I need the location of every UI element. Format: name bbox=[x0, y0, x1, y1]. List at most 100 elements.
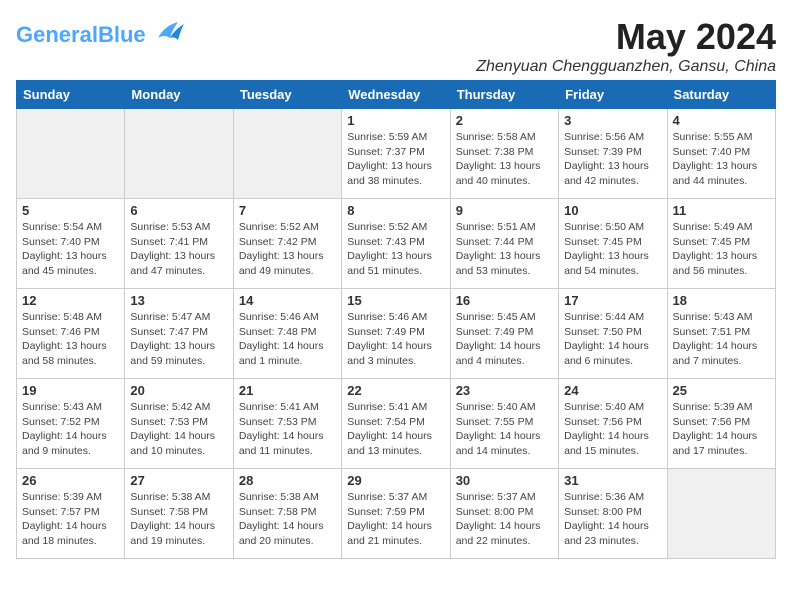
day-cell-12: 12 Sunrise: 5:48 AMSunset: 7:46 PMDayligh… bbox=[17, 289, 125, 379]
day-number: 2 bbox=[456, 113, 553, 128]
empty-cell bbox=[233, 109, 341, 199]
week-row-2: 5 Sunrise: 5:54 AMSunset: 7:40 PMDaylight… bbox=[17, 199, 776, 289]
day-info: Sunrise: 5:37 AMSunset: 8:00 PMDaylight:… bbox=[456, 490, 553, 549]
day-number: 5 bbox=[22, 203, 119, 218]
weekday-header-saturday: Saturday bbox=[667, 81, 775, 109]
day-info: Sunrise: 5:38 AMSunset: 7:58 PMDaylight:… bbox=[130, 490, 227, 549]
day-info: Sunrise: 5:54 AMSunset: 7:40 PMDaylight:… bbox=[22, 220, 119, 279]
day-number: 15 bbox=[347, 293, 444, 308]
day-info: Sunrise: 5:43 AMSunset: 7:52 PMDaylight:… bbox=[22, 400, 119, 459]
week-row-1: 1 Sunrise: 5:59 AMSunset: 7:37 PMDaylight… bbox=[17, 109, 776, 199]
day-cell-18: 18 Sunrise: 5:43 AMSunset: 7:51 PMDayligh… bbox=[667, 289, 775, 379]
day-cell-14: 14Sunrise: 5:46 AMSunset: 7:48 PMDayligh… bbox=[233, 289, 341, 379]
day-number: 30 bbox=[456, 473, 553, 488]
day-info: Sunrise: 5:59 AMSunset: 7:37 PMDaylight:… bbox=[347, 130, 444, 189]
subtitle: Zhenyuan Chengguanzhen, Gansu, China bbox=[476, 58, 776, 76]
logo: GeneralBlue bbox=[16, 16, 186, 53]
day-info: Sunrise: 5:36 AMSunset: 8:00 PMDaylight:… bbox=[564, 490, 661, 549]
day-cell-28: 28 Sunrise: 5:38 AMSunset: 7:58 PMDayligh… bbox=[233, 469, 341, 559]
day-cell-22: 22Sunrise: 5:41 AMSunset: 7:54 PMDayligh… bbox=[342, 379, 450, 469]
day-cell-1: 1 Sunrise: 5:59 AMSunset: 7:37 PMDaylight… bbox=[342, 109, 450, 199]
day-info: Sunrise: 5:47 AMSunset: 7:47 PMDaylight:… bbox=[130, 310, 227, 369]
day-info: Sunrise: 5:46 AMSunset: 7:49 PMDaylight:… bbox=[347, 310, 444, 369]
day-info: Sunrise: 5:45 AMSunset: 7:49 PMDaylight:… bbox=[456, 310, 553, 369]
empty-cell bbox=[125, 109, 233, 199]
day-info: Sunrise: 5:37 AMSunset: 7:59 PMDaylight:… bbox=[347, 490, 444, 549]
empty-cell bbox=[17, 109, 125, 199]
logo-blue: Blue bbox=[98, 22, 146, 47]
day-number: 31 bbox=[564, 473, 661, 488]
day-cell-3: 3 Sunrise: 5:56 AMSunset: 7:39 PMDaylight… bbox=[559, 109, 667, 199]
day-number: 20 bbox=[130, 383, 227, 398]
day-cell-4: 4 Sunrise: 5:55 AMSunset: 7:40 PMDaylight… bbox=[667, 109, 775, 199]
main-title: May 2024 bbox=[476, 16, 776, 58]
logo-general: General bbox=[16, 22, 98, 47]
day-cell-8: 8Sunrise: 5:52 AMSunset: 7:43 PMDaylight… bbox=[342, 199, 450, 289]
week-row-3: 12 Sunrise: 5:48 AMSunset: 7:46 PMDayligh… bbox=[17, 289, 776, 379]
day-number: 21 bbox=[239, 383, 336, 398]
day-number: 1 bbox=[347, 113, 444, 128]
week-row-4: 19 Sunrise: 5:43 AMSunset: 7:52 PMDayligh… bbox=[17, 379, 776, 469]
day-number: 7 bbox=[239, 203, 336, 218]
calendar-table: SundayMondayTuesdayWednesdayThursdayFrid… bbox=[16, 80, 776, 559]
day-info: Sunrise: 5:42 AMSunset: 7:53 PMDaylight:… bbox=[130, 400, 227, 459]
weekday-header-row: SundayMondayTuesdayWednesdayThursdayFrid… bbox=[17, 81, 776, 109]
day-info: Sunrise: 5:49 AMSunset: 7:45 PMDaylight:… bbox=[673, 220, 770, 279]
day-number: 25 bbox=[673, 383, 770, 398]
day-info: Sunrise: 5:41 AMSunset: 7:54 PMDaylight:… bbox=[347, 400, 444, 459]
logo-text: GeneralBlue bbox=[16, 24, 146, 46]
day-cell-21: 21 Sunrise: 5:41 AMSunset: 7:53 PMDayligh… bbox=[233, 379, 341, 469]
week-row-5: 26 Sunrise: 5:39 AMSunset: 7:57 PMDayligh… bbox=[17, 469, 776, 559]
day-info: Sunrise: 5:46 AMSunset: 7:48 PMDaylight:… bbox=[239, 310, 336, 369]
title-block: May 2024 Zhenyuan Chengguanzhen, Gansu, … bbox=[476, 16, 776, 76]
day-cell-29: 29 Sunrise: 5:37 AMSunset: 7:59 PMDayligh… bbox=[342, 469, 450, 559]
empty-cell bbox=[667, 469, 775, 559]
day-number: 24 bbox=[564, 383, 661, 398]
day-cell-16: 16 Sunrise: 5:45 AMSunset: 7:49 PMDayligh… bbox=[450, 289, 558, 379]
day-info: Sunrise: 5:39 AMSunset: 7:57 PMDaylight:… bbox=[22, 490, 119, 549]
day-cell-23: 23Sunrise: 5:40 AMSunset: 7:55 PMDayligh… bbox=[450, 379, 558, 469]
day-cell-20: 20 Sunrise: 5:42 AMSunset: 7:53 PMDayligh… bbox=[125, 379, 233, 469]
day-cell-6: 6 Sunrise: 5:53 AMSunset: 7:41 PMDaylight… bbox=[125, 199, 233, 289]
day-cell-2: 2Sunrise: 5:58 AMSunset: 7:38 PMDaylight… bbox=[450, 109, 558, 199]
day-info: Sunrise: 5:50 AMSunset: 7:45 PMDaylight:… bbox=[564, 220, 661, 279]
day-info: Sunrise: 5:44 AMSunset: 7:50 PMDaylight:… bbox=[564, 310, 661, 369]
day-info: Sunrise: 5:48 AMSunset: 7:46 PMDaylight:… bbox=[22, 310, 119, 369]
logo-bird-icon bbox=[150, 16, 186, 53]
day-cell-13: 13 Sunrise: 5:47 AMSunset: 7:47 PMDayligh… bbox=[125, 289, 233, 379]
day-number: 3 bbox=[564, 113, 661, 128]
day-number: 13 bbox=[130, 293, 227, 308]
day-info: Sunrise: 5:55 AMSunset: 7:40 PMDaylight:… bbox=[673, 130, 770, 189]
day-number: 19 bbox=[22, 383, 119, 398]
day-number: 6 bbox=[130, 203, 227, 218]
day-info: Sunrise: 5:43 AMSunset: 7:51 PMDaylight:… bbox=[673, 310, 770, 369]
day-cell-5: 5 Sunrise: 5:54 AMSunset: 7:40 PMDaylight… bbox=[17, 199, 125, 289]
day-info: Sunrise: 5:41 AMSunset: 7:53 PMDaylight:… bbox=[239, 400, 336, 459]
day-info: Sunrise: 5:40 AMSunset: 7:56 PMDaylight:… bbox=[564, 400, 661, 459]
day-cell-10: 10 Sunrise: 5:50 AMSunset: 7:45 PMDayligh… bbox=[559, 199, 667, 289]
day-number: 29 bbox=[347, 473, 444, 488]
day-cell-27: 27 Sunrise: 5:38 AMSunset: 7:58 PMDayligh… bbox=[125, 469, 233, 559]
page-header: GeneralBlue May 2024 Zhenyuan Chengguanz… bbox=[16, 16, 776, 76]
day-number: 18 bbox=[673, 293, 770, 308]
day-number: 11 bbox=[673, 203, 770, 218]
day-cell-7: 7Sunrise: 5:52 AMSunset: 7:42 PMDaylight… bbox=[233, 199, 341, 289]
weekday-header-wednesday: Wednesday bbox=[342, 81, 450, 109]
day-info: Sunrise: 5:38 AMSunset: 7:58 PMDaylight:… bbox=[239, 490, 336, 549]
day-info: Sunrise: 5:53 AMSunset: 7:41 PMDaylight:… bbox=[130, 220, 227, 279]
day-info: Sunrise: 5:39 AMSunset: 7:56 PMDaylight:… bbox=[673, 400, 770, 459]
day-number: 27 bbox=[130, 473, 227, 488]
day-cell-15: 15 Sunrise: 5:46 AMSunset: 7:49 PMDayligh… bbox=[342, 289, 450, 379]
day-number: 17 bbox=[564, 293, 661, 308]
day-number: 16 bbox=[456, 293, 553, 308]
day-cell-25: 25 Sunrise: 5:39 AMSunset: 7:56 PMDayligh… bbox=[667, 379, 775, 469]
weekday-header-tuesday: Tuesday bbox=[233, 81, 341, 109]
day-number: 28 bbox=[239, 473, 336, 488]
day-cell-17: 17 Sunrise: 5:44 AMSunset: 7:50 PMDayligh… bbox=[559, 289, 667, 379]
day-info: Sunrise: 5:56 AMSunset: 7:39 PMDaylight:… bbox=[564, 130, 661, 189]
day-number: 12 bbox=[22, 293, 119, 308]
day-cell-19: 19 Sunrise: 5:43 AMSunset: 7:52 PMDayligh… bbox=[17, 379, 125, 469]
day-number: 10 bbox=[564, 203, 661, 218]
day-number: 26 bbox=[22, 473, 119, 488]
day-number: 4 bbox=[673, 113, 770, 128]
